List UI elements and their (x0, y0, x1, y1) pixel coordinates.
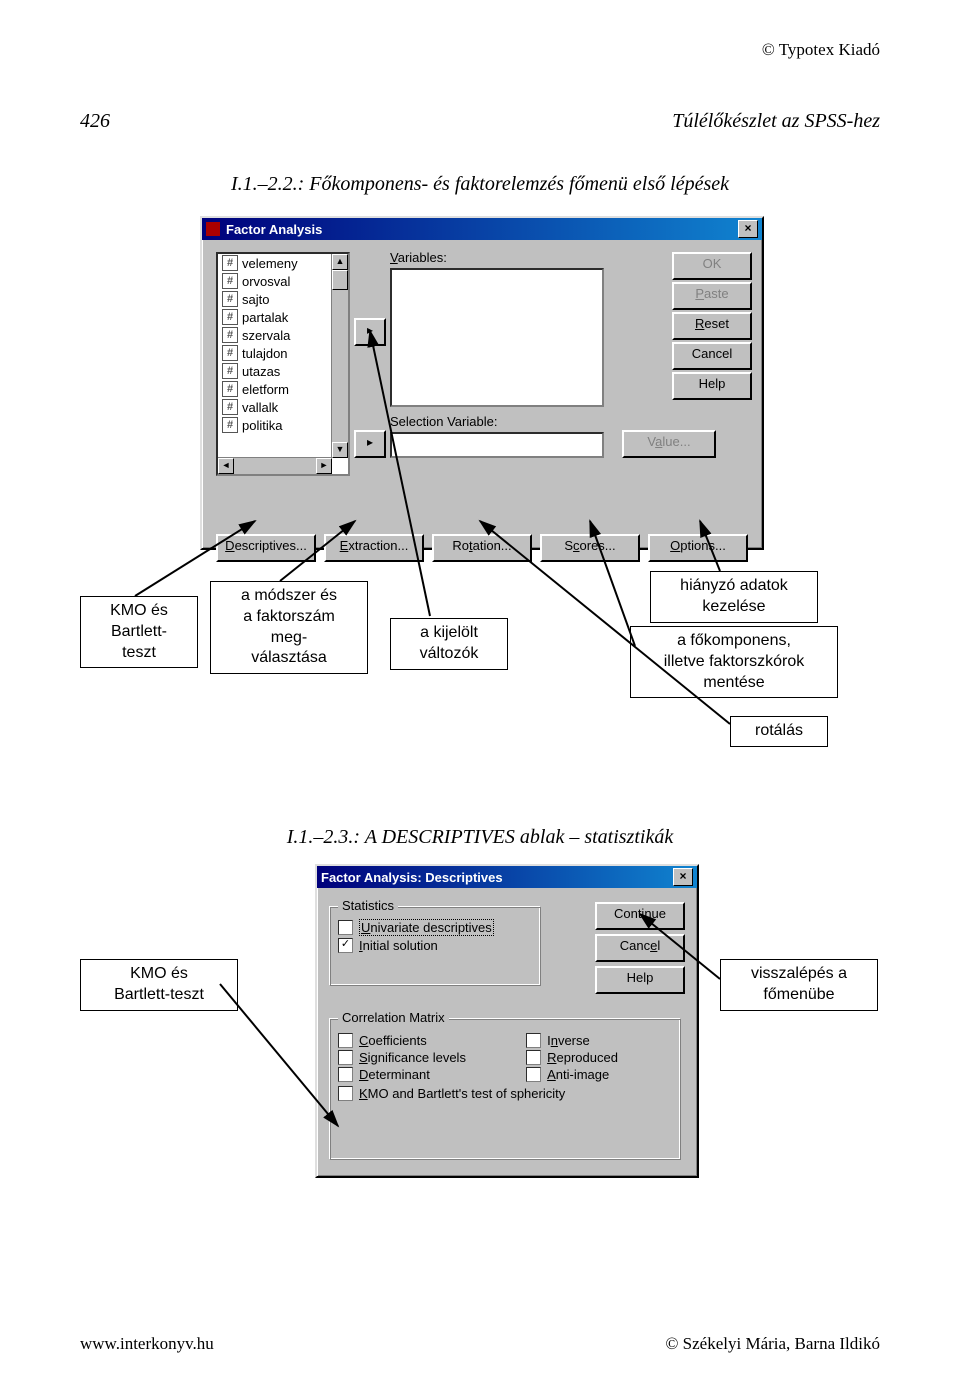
scroll-right-icon[interactable]: ► (316, 458, 332, 474)
anti-image-checkbox[interactable]: Anti-image (526, 1067, 672, 1082)
dialog-titlebar: Factor Analysis: Descriptives × (317, 866, 697, 888)
kmo-bartlett-checkbox[interactable]: KMO and Bartlett's test of sphericity (338, 1086, 672, 1101)
determinant-checkbox[interactable]: Determinant (338, 1067, 518, 1082)
coefficients-checkbox[interactable]: Coefficients (338, 1033, 518, 1048)
close-icon[interactable]: × (738, 220, 758, 238)
scores-button[interactable]: Scores... (540, 534, 640, 562)
initial-solution-checkbox[interactable]: ✓Initial solution (338, 938, 540, 953)
figure2-title: I.1.–2.3.: A DESCRIPTIVES ablak – statis… (80, 826, 880, 849)
figure1: Factor Analysis × #velemeny #orvosval #s… (80, 216, 880, 816)
help-button[interactable]: Help (595, 966, 685, 994)
factor-analysis-dialog: Factor Analysis × #velemeny #orvosval #s… (200, 216, 764, 550)
selection-variable-label: Selection Variable: (390, 414, 497, 429)
scroll-down-icon[interactable]: ▼ (332, 442, 348, 458)
correlation-matrix-group: Correlation Matrix Coefficients Signific… (329, 1018, 681, 1160)
move-selection-button[interactable]: ▸ (354, 430, 386, 458)
descriptives-button[interactable]: Descriptives... (216, 534, 316, 562)
selection-variable-field[interactable] (390, 432, 604, 458)
list-item: #orvosval (218, 272, 332, 290)
callout-save: a főkomponens,illetve faktorszkórokmenté… (630, 626, 838, 698)
footer-left: www.interkonyv.hu (80, 1334, 214, 1354)
correlation-group-label: Correlation Matrix (338, 1010, 449, 1025)
inverse-checkbox[interactable]: Inverse (526, 1033, 672, 1048)
page-header: 426 Túlélőkészlet az SPSS-hez (80, 110, 880, 133)
paste-button[interactable]: Paste (672, 282, 752, 310)
dialog-titlebar: Factor Analysis × (202, 218, 762, 240)
scroll-thumb[interactable] (332, 270, 348, 290)
statistics-group: Statistics Univariate descriptives ✓Init… (329, 906, 541, 986)
list-item: #szervala (218, 326, 332, 344)
callout-selected: a kijelöltváltozók (390, 618, 508, 670)
statistics-group-label: Statistics (338, 898, 398, 913)
copyright-top: © Typotex Kiadó (80, 40, 880, 60)
list-item: #eletform (218, 380, 332, 398)
extraction-button[interactable]: Extraction... (324, 534, 424, 562)
dialog-title: Factor Analysis (226, 222, 322, 237)
scroll-up-icon[interactable]: ▲ (332, 254, 348, 270)
significance-checkbox[interactable]: Significance levels (338, 1050, 518, 1065)
variables-target-box[interactable] (390, 268, 604, 407)
value-button[interactable]: Value... (622, 430, 716, 458)
callout-method: a módszer ésa faktorszámmeg-választása (210, 581, 368, 674)
rotation-button[interactable]: Rotation... (432, 534, 532, 562)
app-icon (206, 222, 220, 236)
descriptives-dialog: Factor Analysis: Descriptives × Statisti… (315, 864, 699, 1178)
list-item: #partalak (218, 308, 332, 326)
ok-button[interactable]: OK (672, 252, 752, 280)
scrollbar-horizontal[interactable]: ◄ ► (218, 457, 332, 474)
source-variable-list[interactable]: #velemeny #orvosval #sajto #partalak #sz… (216, 252, 350, 476)
callout-kmo-bartlett: KMO ésBartlett-teszt (80, 959, 238, 1011)
footer-right: © Székelyi Mária, Barna Ildikó (666, 1334, 881, 1354)
list-item: #vallalk (218, 398, 332, 416)
list-item: #politika (218, 416, 332, 434)
list-item: #velemeny (218, 254, 332, 272)
options-button[interactable]: Options... (648, 534, 748, 562)
variables-label: Variables: (390, 250, 447, 265)
callout-missing: hiányzó adatokkezelése (650, 571, 818, 623)
move-variables-button[interactable]: ▸ (354, 318, 386, 346)
callout-back-to-main: visszalépés afőmenübe (720, 959, 878, 1011)
dialog-title: Factor Analysis: Descriptives (321, 870, 503, 885)
figure1-title: I.1.–2.2.: Főkomponens- és faktorelemzés… (80, 173, 880, 196)
close-icon[interactable]: × (673, 868, 693, 886)
scroll-left-icon[interactable]: ◄ (218, 458, 234, 474)
cancel-button[interactable]: Cancel (672, 342, 752, 370)
list-item: #utazas (218, 362, 332, 380)
callout-rotation: rotálás (730, 716, 828, 747)
callout-kmo: KMO ésBartlett-teszt (80, 596, 198, 668)
cancel-button[interactable]: Cancel (595, 934, 685, 962)
reproduced-checkbox[interactable]: Reproduced (526, 1050, 672, 1065)
figure2: Factor Analysis: Descriptives × Statisti… (80, 864, 880, 1304)
help-button[interactable]: Help (672, 372, 752, 400)
continue-button[interactable]: Continue (595, 902, 685, 930)
list-item: #tulajdon (218, 344, 332, 362)
list-item: #sajto (218, 290, 332, 308)
page-footer: www.interkonyv.hu © Székelyi Mária, Barn… (80, 1334, 880, 1354)
running-head: Túlélőkészlet az SPSS-hez (672, 110, 880, 133)
page-number: 426 (80, 110, 110, 133)
univariate-checkbox[interactable]: Univariate descriptives (338, 919, 540, 936)
scrollbar-vertical[interactable]: ▲ ▼ (331, 254, 348, 458)
reset-button[interactable]: Reset (672, 312, 752, 340)
